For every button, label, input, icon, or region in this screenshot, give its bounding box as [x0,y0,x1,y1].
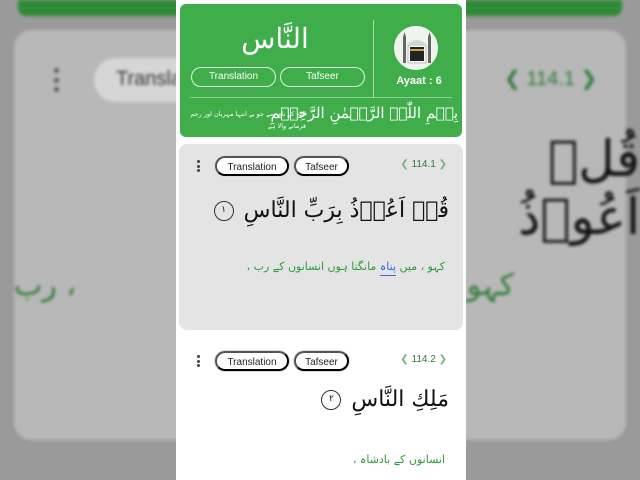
mosque-icon [394,26,438,70]
header-tafseer-button[interactable]: Tafseer [280,67,365,87]
ayah-end-mark-icon: ١ [213,201,234,221]
verse-number: ❮ 114.1 ❯ [400,159,447,170]
phone-screen: النَّاس Translation Tafseer Ayaat : 6 ال… [176,0,466,480]
more-options-icon[interactable] [196,355,200,367]
ayah-end-mark-icon: ٢ [321,390,342,410]
surah-title: النَّاس [241,22,309,55]
header-translation-button[interactable]: Translation [191,67,276,87]
header-divider [373,20,374,98]
bg-more-icon [52,68,60,92]
tafseer-button[interactable]: Tafseer [294,351,349,371]
arabic-verse-text: مَلِكِ النَّاسِ ٢ [321,387,449,412]
ayaat-count: Ayaat : 6 [396,75,442,87]
translation-button[interactable]: Translation [215,156,289,176]
bg-urdu-left: ، رب [14,268,76,303]
ornament-right-icon: ❯ [438,354,447,365]
header-separator [190,97,452,98]
verse-number: ❮ 114.2 ❯ [400,354,447,365]
urdu-translation: انسانوں کے بادشاہ ، [352,453,445,466]
arabic-verse-text: قُلۡ اَعُوۡذُ بِرَبِّ النَّاسِ ١ [213,198,449,223]
ornament-left-icon: ❮ [400,354,409,365]
urdu-translation: کہو ، میں پناہ مانگتا ہوں انسانوں کے رب … [247,260,445,276]
tafseer-button[interactable]: Tafseer [294,156,349,176]
bismillah-arabic: بِسۡمِ اللّٰہِ الرَّحۡمٰنِ الرَّحِیۡمِ [270,104,458,122]
verse-card: Translation Tafseer ❮ 114.1 ❯ قُلۡ اَعُو… [179,144,463,330]
ornament-left-icon: ❮ [400,159,409,170]
bg-arabic-text: قُلۡ اَعُوۡذُ [518,130,640,246]
translation-button[interactable]: Translation [215,351,289,371]
verse-card: Translation Tafseer ❮ 114.2 ❯ مَلِكِ الن… [179,339,463,480]
more-options-icon[interactable] [196,160,200,172]
highlighted-word[interactable]: پناہ [379,260,396,276]
surah-header: النَّاس Translation Tafseer Ayaat : 6 ال… [180,4,462,137]
ornament-right-icon: ❯ [438,159,447,170]
bg-verse-number: ❮ 114.1 ❯ [504,68,598,90]
